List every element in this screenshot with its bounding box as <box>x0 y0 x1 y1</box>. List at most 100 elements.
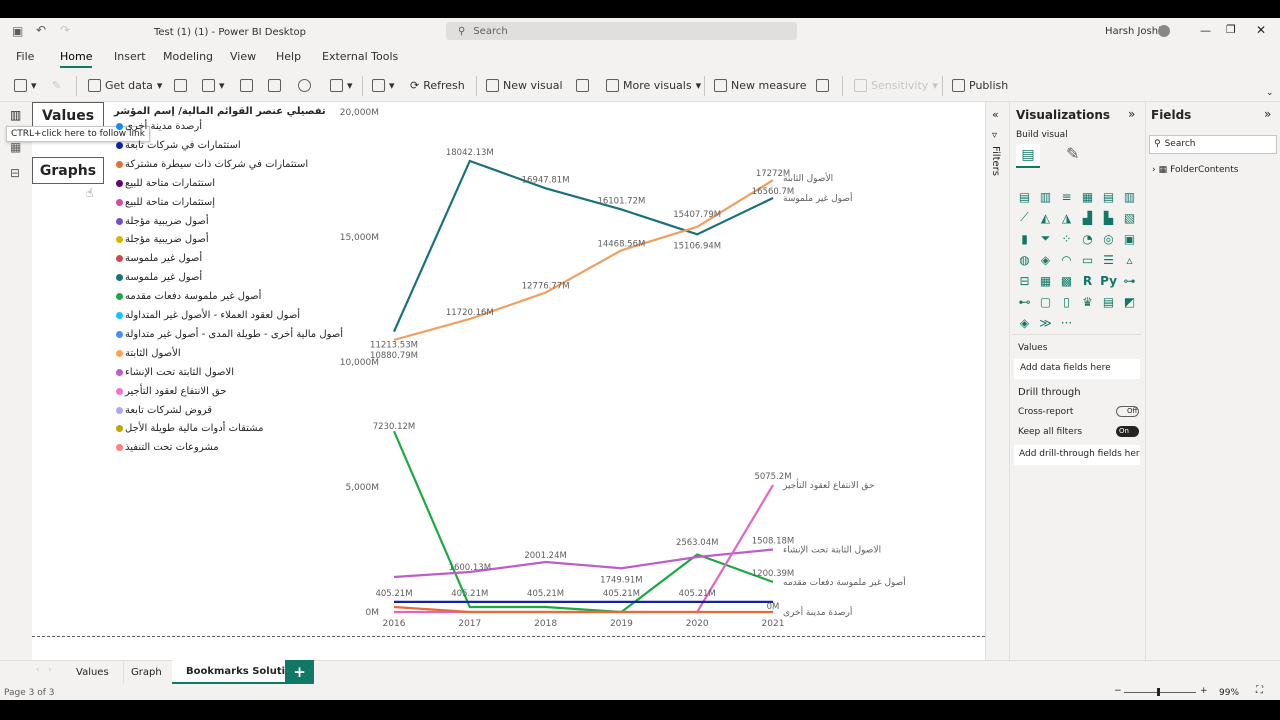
slicer-icon[interactable]: ⊟ <box>1014 270 1035 291</box>
menu-view[interactable]: View <box>230 50 256 63</box>
ribbon-chart-icon[interactable]: ▧ <box>1119 207 1140 228</box>
menu-insert[interactable]: Insert <box>114 50 146 63</box>
python-visual-icon[interactable]: Py <box>1098 270 1119 291</box>
quick-measure-icon[interactable] <box>816 79 829 92</box>
paste-button[interactable]: ▾ <box>14 79 37 92</box>
legend-item[interactable]: مشروعات تحت التنفيذ <box>116 442 219 453</box>
scatter-icon[interactable]: ⁘ <box>1056 228 1077 249</box>
new-visual-button[interactable]: New visual <box>486 79 563 92</box>
transform-data-icon[interactable]: ▾ <box>372 79 395 92</box>
menu-help[interactable]: Help <box>276 50 301 63</box>
kpi-icon[interactable]: ▵ <box>1119 249 1140 270</box>
keep-filters-toggle[interactable]: On <box>1116 426 1139 437</box>
legend-item[interactable]: استثمارات في شركات تابعة <box>116 140 241 151</box>
prev-page-icon[interactable]: ‹ <box>36 665 40 675</box>
funnel-icon[interactable]: ⏷ <box>1035 228 1056 249</box>
paginated-report-icon[interactable]: ▤ <box>1098 291 1119 312</box>
legend-item[interactable]: أصول غير ملموسة <box>116 253 202 264</box>
close-icon[interactable]: ✕ <box>1256 23 1266 37</box>
100-bar-icon[interactable]: ▤ <box>1098 186 1119 207</box>
waterfall-icon[interactable]: ▮ <box>1014 228 1035 249</box>
clustered-column-icon[interactable]: ▦ <box>1077 186 1098 207</box>
zoom-slider-thumb[interactable] <box>1157 688 1160 696</box>
legend-item[interactable]: أصول لعقود العملاء - الأصول غير المتداول… <box>116 310 300 321</box>
legend-item[interactable]: أصول ضريبية مؤجلة <box>116 216 209 227</box>
more-visuals-button[interactable]: More visuals ▾ <box>606 79 701 92</box>
legend-item[interactable]: الاصول الثابتة تحت الإنشاء <box>116 367 234 378</box>
line-clustered-icon[interactable]: ▙ <box>1098 207 1119 228</box>
filled-map-icon[interactable]: ◈ <box>1035 249 1056 270</box>
collapse-viz-icon[interactable]: » <box>1128 107 1135 121</box>
legend-item[interactable]: مشتقات أدوات مالية طويلة الأجل <box>116 423 263 434</box>
metrics-icon[interactable]: ♛ <box>1077 291 1098 312</box>
legend-item[interactable]: أصول ضريبية مؤجلة <box>116 234 209 245</box>
collapse-fields-icon[interactable]: » <box>1264 107 1271 121</box>
table-view-icon[interactable]: ▦ <box>10 140 21 154</box>
legend-item[interactable]: أرصدة مدينة أخرى <box>116 121 202 132</box>
save-icon[interactable]: ▣ <box>12 24 23 38</box>
data-hub-icon[interactable]: ▾ <box>202 79 225 92</box>
build-visual-tab-icon[interactable]: ▤ <box>1016 144 1040 168</box>
legend-item[interactable]: أصول مالية أخرى - طويلة المدى - أصول غير… <box>116 329 343 340</box>
cross-report-toggle[interactable]: Off <box>1116 406 1139 417</box>
refresh-button[interactable]: ⟳ Refresh <box>410 79 465 92</box>
filters-pane-collapsed[interactable] <box>985 102 1009 660</box>
menu-external-tools[interactable]: External Tools <box>322 50 398 63</box>
redo-icon[interactable]: ↷ <box>60 23 70 37</box>
add-drill-through-drop[interactable]: Add drill-through fields here <box>1014 445 1140 465</box>
line-chart[interactable]: 0M5,000M10,000M15,000M20,000M2016 2017 201… <box>340 102 910 632</box>
legend-item[interactable]: أصول غير ملموسة دفعات مقدمه <box>116 291 261 302</box>
clustered-bar-icon[interactable]: ≡ <box>1056 186 1077 207</box>
line-chart-icon[interactable]: ⟋ <box>1014 207 1035 228</box>
tab-graph[interactable]: Graph <box>117 660 177 684</box>
stacked-bar-icon[interactable]: ▤ <box>1014 186 1035 207</box>
add-page-button[interactable]: + <box>285 660 314 683</box>
zoom-slider[interactable] <box>1124 692 1196 693</box>
dataverse-icon[interactable] <box>298 79 311 92</box>
qa-icon[interactable]: ▢ <box>1035 291 1056 312</box>
enter-data-icon[interactable] <box>268 79 281 92</box>
recent-sources-icon[interactable]: ▾ <box>330 79 353 92</box>
donut-icon[interactable]: ◎ <box>1098 228 1119 249</box>
values-bookmark-button[interactable]: Values <box>32 102 104 129</box>
menu-file[interactable]: File <box>16 50 34 63</box>
restore-icon[interactable]: ❐ <box>1226 23 1236 36</box>
text-box-icon[interactable] <box>576 79 589 92</box>
get-data-button[interactable]: Get data ▾ <box>88 79 162 92</box>
search-box[interactable]: ⚲ Search <box>446 22 797 40</box>
graphs-bookmark-button[interactable]: Graphs <box>32 157 104 184</box>
r-visual-icon[interactable]: R <box>1077 270 1098 291</box>
report-view-icon[interactable]: ▥ <box>10 108 21 122</box>
stacked-column-icon[interactable]: ▥ <box>1035 186 1056 207</box>
menu-modeling[interactable]: Modeling <box>163 50 213 63</box>
key-influencers-icon[interactable]: ⊶ <box>1119 270 1140 291</box>
publish-button[interactable]: Publish <box>952 79 1008 92</box>
legend-item[interactable]: حق الانتفاع لعقود التأجير <box>116 386 227 397</box>
tab-values[interactable]: Values <box>62 660 124 684</box>
power-apps-icon[interactable]: ◩ <box>1119 291 1140 312</box>
stacked-area-icon[interactable]: ◮ <box>1056 207 1077 228</box>
next-page-icon[interactable]: › <box>48 665 52 675</box>
ribbon-collapse-icon[interactable]: ⌄ <box>1266 88 1274 98</box>
pie-icon[interactable]: ◔ <box>1077 228 1098 249</box>
sql-icon[interactable] <box>240 79 253 92</box>
area-chart-icon[interactable]: ◭ <box>1035 207 1056 228</box>
legend-item[interactable]: استثمارات متاحة للبيع <box>116 178 215 189</box>
decomposition-tree-icon[interactable]: ⊷ <box>1014 291 1035 312</box>
line-column-icon[interactable]: ▟ <box>1077 207 1098 228</box>
legend-item[interactable]: قروض لشركات تابعة <box>116 405 212 416</box>
multi-card-icon[interactable]: ☰ <box>1098 249 1119 270</box>
expand-left-icon[interactable]: « <box>992 108 999 121</box>
fields-search-input[interactable]: ⚲ Search <box>1149 135 1277 154</box>
new-measure-button[interactable]: New measure <box>714 79 806 92</box>
menu-home[interactable]: Home <box>60 50 93 68</box>
model-view-icon[interactable]: ⊟ <box>10 166 20 180</box>
table-icon[interactable]: ▦ <box>1035 270 1056 291</box>
matrix-icon[interactable]: ▩ <box>1056 270 1077 291</box>
more-options-icon[interactable]: ··· <box>1056 312 1077 333</box>
treemap-icon[interactable]: ▣ <box>1119 228 1140 249</box>
sensitivity-button[interactable]: Sensitivity ▾ <box>854 79 938 92</box>
excel-icon[interactable] <box>174 79 187 92</box>
fit-page-icon[interactable]: ⛶ <box>1256 685 1263 696</box>
zoom-out-icon[interactable]: − <box>1114 686 1122 696</box>
